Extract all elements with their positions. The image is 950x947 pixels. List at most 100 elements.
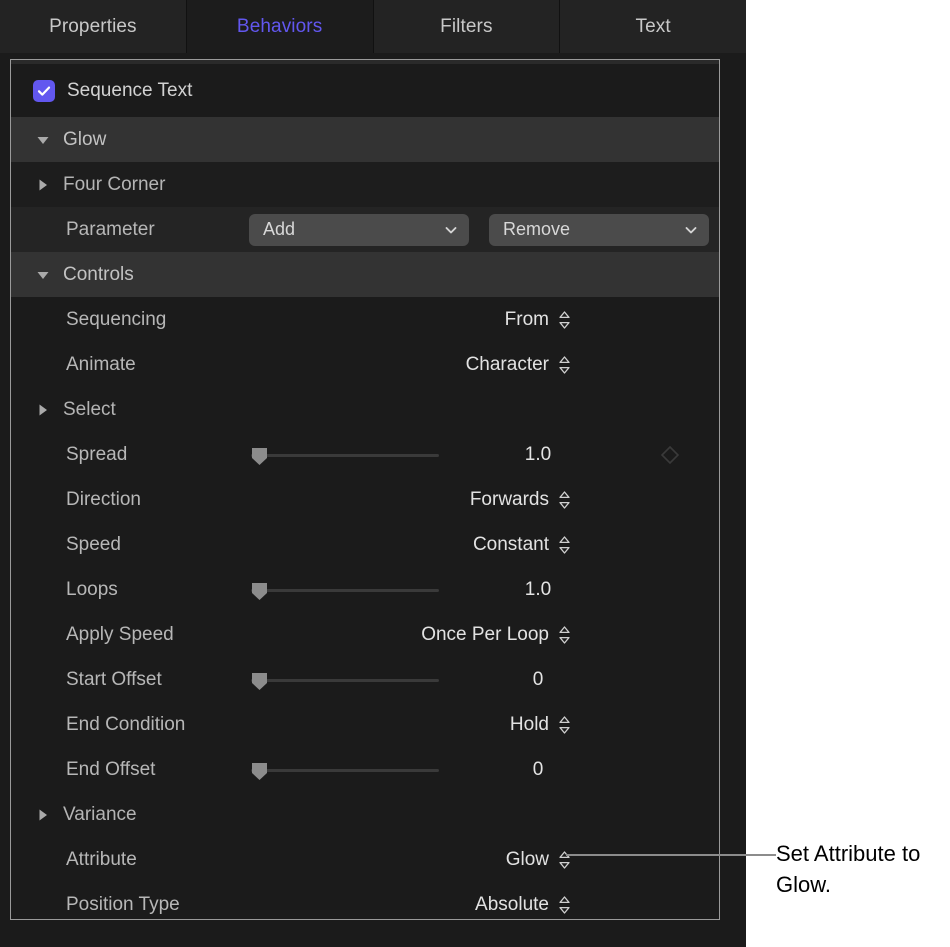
sequencing-value: From bbox=[504, 308, 549, 330]
sequence-text-label: Sequence Text bbox=[67, 79, 193, 101]
label-speed: Speed bbox=[66, 533, 121, 555]
loops-slider[interactable] bbox=[251, 580, 439, 600]
stepper-updown-icon[interactable] bbox=[558, 625, 571, 645]
row-speed: Speed Constant bbox=[11, 522, 719, 567]
group-label-glow: Glow bbox=[63, 128, 107, 150]
parameter-add-dropdown[interactable]: Add bbox=[249, 213, 469, 246]
row-apply-speed: Apply Speed Once Per Loop bbox=[11, 612, 719, 657]
spread-value[interactable]: 1.0 bbox=[479, 444, 597, 466]
callout-leader-line bbox=[566, 854, 776, 856]
end-offset-slider[interactable] bbox=[251, 760, 439, 780]
inspector-tab-bar: Properties Behaviors Filters Text bbox=[0, 0, 746, 53]
slider-track bbox=[251, 768, 439, 772]
stepper-updown-icon[interactable] bbox=[558, 490, 571, 510]
slider-track bbox=[251, 453, 439, 457]
group-label-controls: Controls bbox=[63, 263, 134, 285]
stepper-updown-icon[interactable] bbox=[558, 535, 571, 555]
label-apply-speed: Apply Speed bbox=[66, 623, 174, 645]
stepper-updown-icon[interactable] bbox=[558, 895, 571, 915]
label-end-condition: End Condition bbox=[66, 713, 186, 735]
slider-handle[interactable] bbox=[251, 672, 268, 691]
label-end-offset: End Offset bbox=[66, 758, 156, 780]
triangle-down-icon[interactable] bbox=[35, 132, 51, 148]
attribute-stepper[interactable]: Glow bbox=[506, 849, 571, 871]
row-group-controls[interactable]: Controls bbox=[11, 252, 719, 297]
stepper-updown-icon[interactable] bbox=[558, 310, 571, 330]
row-spread: Spread 1.0 bbox=[11, 432, 719, 477]
label-loops: Loops bbox=[66, 578, 118, 600]
row-sequencing: Sequencing From bbox=[11, 297, 719, 342]
stepper-updown-icon[interactable] bbox=[558, 850, 571, 870]
parameter-remove-value: Remove bbox=[503, 219, 571, 239]
parameter-add-value: Add bbox=[263, 219, 296, 239]
position-type-stepper[interactable]: Absolute bbox=[475, 894, 571, 916]
label-parameter: Parameter bbox=[66, 218, 155, 240]
slider-handle[interactable] bbox=[251, 447, 268, 466]
spread-slider[interactable] bbox=[251, 445, 439, 465]
row-end-condition: End Condition Hold bbox=[11, 702, 719, 747]
row-end-offset: End Offset 0 bbox=[11, 747, 719, 792]
loops-value[interactable]: 1.0 bbox=[479, 579, 597, 601]
end-offset-value[interactable]: 0 bbox=[479, 759, 597, 781]
position-type-value: Absolute bbox=[475, 893, 549, 915]
row-start-offset: Start Offset 0 bbox=[11, 657, 719, 702]
speed-stepper[interactable]: Constant bbox=[473, 534, 571, 556]
triangle-right-icon[interactable] bbox=[35, 177, 51, 193]
slider-track bbox=[251, 678, 439, 682]
triangle-right-icon[interactable] bbox=[35, 402, 51, 418]
stepper-updown-icon[interactable] bbox=[558, 715, 571, 735]
row-animate: Animate Character bbox=[11, 342, 719, 387]
start-offset-slider[interactable] bbox=[251, 670, 439, 690]
label-position-type: Position Type bbox=[66, 893, 180, 915]
speed-value: Constant bbox=[472, 533, 549, 555]
row-group-glow[interactable]: Glow bbox=[11, 117, 719, 162]
label-spread: Spread bbox=[66, 443, 128, 465]
keyframe-diamond-icon[interactable] bbox=[659, 444, 681, 466]
tab-filters[interactable]: Filters bbox=[373, 0, 561, 53]
direction-value: Forwards bbox=[469, 488, 549, 510]
inspector-window: Properties Behaviors Filters Text Sequen… bbox=[0, 0, 746, 947]
label-animate: Animate bbox=[66, 353, 136, 375]
checkmark-icon[interactable] bbox=[33, 79, 55, 102]
row-group-variance[interactable]: Variance bbox=[11, 792, 719, 837]
end-condition-stepper[interactable]: Hold bbox=[510, 714, 571, 736]
animate-stepper[interactable]: Character bbox=[466, 354, 571, 376]
behaviors-parameter-panel: Sequence Text Glow Four Corner Parameter… bbox=[10, 59, 720, 920]
end-condition-value: Hold bbox=[509, 713, 549, 735]
sequencing-stepper[interactable]: From bbox=[505, 309, 571, 331]
row-group-select[interactable]: Select bbox=[11, 387, 719, 432]
direction-stepper[interactable]: Forwards bbox=[470, 489, 571, 511]
stepper-updown-icon[interactable] bbox=[558, 355, 571, 375]
label-direction: Direction bbox=[66, 488, 141, 510]
row-sequence-text[interactable]: Sequence Text bbox=[11, 64, 719, 117]
slider-handle[interactable] bbox=[251, 582, 268, 601]
tab-behaviors[interactable]: Behaviors bbox=[186, 0, 374, 53]
row-loops: Loops 1.0 bbox=[11, 567, 719, 612]
row-attribute: Attribute Glow bbox=[11, 837, 719, 882]
chevron-down-icon bbox=[683, 222, 699, 238]
group-label-select: Select bbox=[63, 398, 116, 420]
attribute-value: Glow bbox=[505, 848, 549, 870]
start-offset-value[interactable]: 0 bbox=[479, 669, 597, 691]
tab-text[interactable]: Text bbox=[560, 0, 746, 53]
apply-speed-value: Once Per Loop bbox=[421, 623, 549, 645]
label-sequencing: Sequencing bbox=[66, 308, 167, 330]
label-start-offset: Start Offset bbox=[66, 668, 162, 690]
slider-track bbox=[251, 588, 439, 592]
row-parameter: Parameter Add Remove bbox=[11, 207, 719, 252]
label-attribute: Attribute bbox=[66, 848, 137, 870]
animate-value: Character bbox=[465, 353, 549, 375]
callout-text: Set Attribute to Glow. bbox=[776, 841, 921, 897]
row-direction: Direction Forwards bbox=[11, 477, 719, 522]
slider-handle[interactable] bbox=[251, 762, 268, 781]
apply-speed-stepper[interactable]: Once Per Loop bbox=[421, 624, 571, 646]
triangle-down-icon[interactable] bbox=[35, 267, 51, 283]
group-label-variance: Variance bbox=[63, 803, 137, 825]
parameter-remove-dropdown[interactable]: Remove bbox=[489, 213, 709, 246]
row-group-four-corner[interactable]: Four Corner bbox=[11, 162, 719, 207]
triangle-right-icon[interactable] bbox=[35, 807, 51, 823]
chevron-down-icon bbox=[443, 222, 459, 238]
tab-properties[interactable]: Properties bbox=[0, 0, 187, 53]
row-position-type: Position Type Absolute bbox=[11, 882, 719, 919]
group-label-four-corner: Four Corner bbox=[63, 173, 166, 195]
